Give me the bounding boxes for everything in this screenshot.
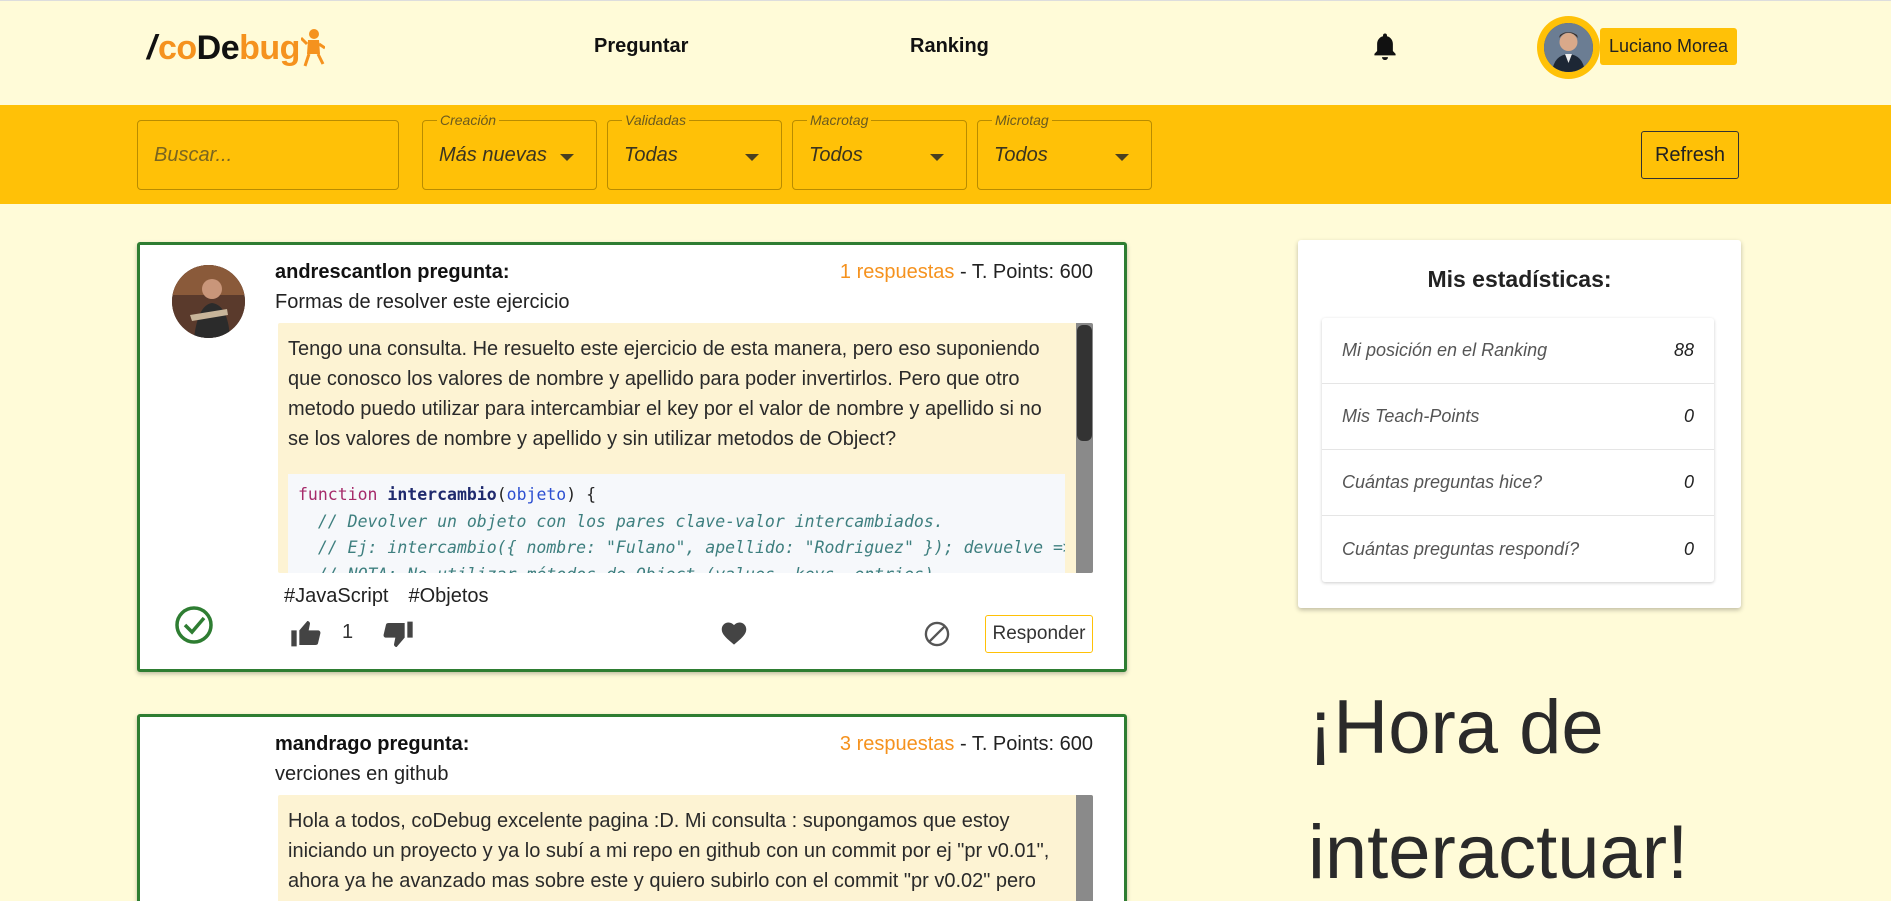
chevron-down-icon (930, 154, 944, 161)
select-label: Validadas (622, 112, 689, 128)
select-microtag[interactable]: Microtag Todos (977, 112, 1152, 190)
logo-co: co (157, 28, 197, 67)
select-value: Todos (809, 144, 863, 166)
select-macrotag[interactable]: Macrotag Todos (792, 112, 967, 190)
responder-button[interactable]: Responder (985, 615, 1093, 653)
stats-panel: Mis estadísticas: Mi posición en el Rank… (1298, 240, 1741, 608)
tag-list: #JavaScript #Objetos (284, 585, 489, 608)
stats-value: 0 (1683, 406, 1694, 426)
code-comment: // Devolver un objeto con los pares clav… (298, 511, 944, 531)
stats-label: Mis Teach-Points (1342, 406, 1480, 426)
stats-value: 88 (1673, 340, 1694, 360)
logo[interactable]: / co De bug (147, 23, 325, 73)
nav-preguntar[interactable]: Preguntar (594, 35, 688, 58)
scrollbar[interactable] (1076, 795, 1093, 901)
code-param: objeto (506, 485, 567, 504)
stats-row: Mis Teach-Points 0 (1322, 384, 1714, 450)
like-count: 1 (342, 621, 354, 643)
logo-de: De (196, 28, 240, 67)
logo-bug: bug (239, 28, 300, 67)
question-author[interactable]: mandrago pregunta: (275, 733, 469, 756)
answers-count[interactable]: 3 respuestas (840, 733, 955, 755)
question-body: Hola a todos, coDebug excelente pagina :… (278, 795, 1093, 901)
teach-points: - T. Points: 600 (954, 733, 1093, 755)
question-card: andrescantlon pregunta: Formas de resolv… (137, 242, 1127, 672)
answers-count[interactable]: 1 respuestas (840, 261, 955, 283)
search-input[interactable] (137, 120, 399, 190)
question-meta: 1 respuestas - T. Points: 600 (840, 261, 1093, 284)
bell-icon[interactable] (1370, 31, 1400, 63)
stats-label: Cuántas preguntas respondí? (1342, 538, 1580, 559)
stats-row: Mi posición en el Ranking 88 (1322, 318, 1714, 384)
select-label: Microtag (992, 112, 1052, 128)
nav-ranking[interactable]: Ranking (910, 35, 989, 58)
question-text: Tengo una consulta. He resuelto este eje… (288, 338, 1042, 450)
filter-bar: Creación Más nuevas Validadas Todas Macr… (0, 105, 1891, 204)
select-value: Todos (994, 144, 1048, 166)
thumbs-up-icon[interactable] (290, 618, 322, 648)
header: / co De bug Preguntar Ranking Luciano Mo… (0, 0, 1891, 105)
chevron-down-icon (560, 154, 574, 161)
banner-heading: ¡Hora de interactuar! (1308, 685, 1689, 895)
bug-mascot-icon (300, 29, 325, 67)
user-name-button[interactable]: Luciano Morea (1600, 28, 1737, 65)
stats-row: Cuántas preguntas hice? 0 (1322, 450, 1714, 516)
scrollbar[interactable] (1076, 323, 1093, 573)
logo-slash: / (147, 28, 156, 67)
tag[interactable]: #JavaScript (284, 585, 389, 608)
select-label: Macrotag (807, 112, 872, 128)
question-meta: 3 respuestas - T. Points: 600 (840, 733, 1093, 756)
stats-row: Cuántas preguntas respondí? 0 (1322, 516, 1714, 582)
chevron-down-icon (1115, 154, 1129, 161)
question-body: Tengo una consulta. He resuelto este eje… (278, 323, 1093, 573)
author-avatar[interactable] (172, 265, 245, 338)
stats-value: 0 (1683, 538, 1694, 559)
code-block: function intercambio(objeto) { // Devolv… (288, 474, 1065, 573)
select-creacion[interactable]: Creación Más nuevas (422, 112, 597, 190)
stats-list: Mi posición en el Ranking 88 Mis Teach-P… (1322, 318, 1714, 582)
stats-label: Cuántas preguntas hice? (1342, 472, 1543, 492)
select-label: Creación (437, 112, 500, 128)
code-comment: // NOTA: No utilizar métodos de Object (… (298, 565, 944, 574)
report-block-icon[interactable] (923, 620, 951, 648)
code-comment: // Ej: intercambio({ nombre: "Fulano", a… (298, 538, 1065, 557)
select-value: Más nuevas (439, 144, 547, 166)
scrollbar-thumb[interactable] (1077, 325, 1092, 441)
code-keyword: function (298, 485, 378, 504)
select-validadas[interactable]: Validadas Todas (607, 112, 782, 190)
question-card: mandrago pregunta: verciones en github 3… (137, 714, 1127, 901)
refresh-button[interactable]: Refresh (1641, 131, 1739, 179)
select-value: Todas (624, 144, 678, 166)
question-text: Hola a todos, coDebug excelente pagina :… (288, 810, 1050, 901)
stats-label: Mi posición en el Ranking (1342, 340, 1548, 360)
code-function: intercambio (387, 485, 497, 504)
teach-points: - T. Points: 600 (954, 261, 1093, 283)
question-title[interactable]: Formas de resolver este ejercicio (275, 291, 570, 314)
stats-title: Mis estadísticas: (1427, 266, 1612, 292)
thumbs-down-icon[interactable] (382, 620, 414, 650)
heart-icon[interactable] (720, 620, 748, 646)
stats-value: 0 (1683, 472, 1694, 492)
chevron-down-icon (745, 154, 759, 161)
user-avatar[interactable] (1537, 16, 1600, 79)
validated-check-icon (175, 606, 213, 644)
question-author[interactable]: andrescantlon pregunta: (275, 261, 509, 284)
avatar-photo (1544, 23, 1593, 72)
question-title[interactable]: verciones en github (275, 763, 448, 786)
tag[interactable]: #Objetos (409, 585, 489, 608)
